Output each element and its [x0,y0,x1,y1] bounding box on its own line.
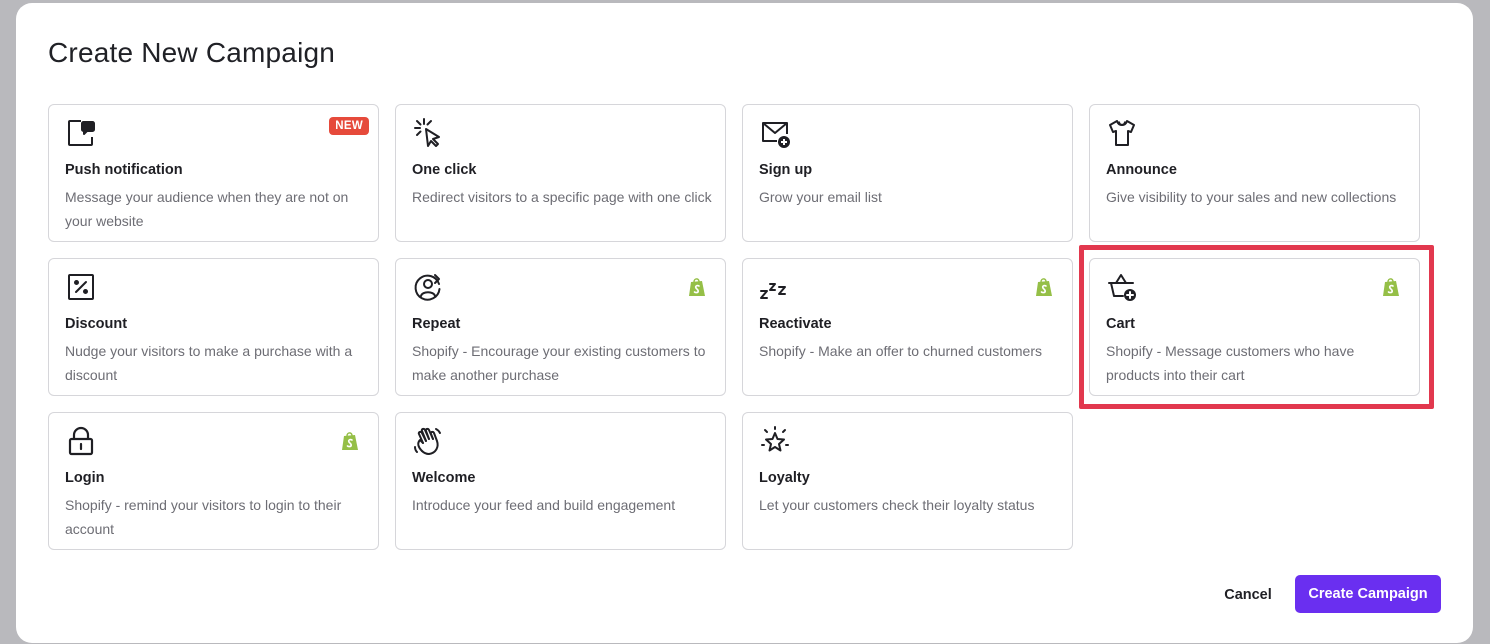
shopify-icon [1382,277,1400,297]
card-description: Shopify - Message customers who have pro… [1106,343,1355,383]
create-campaign-button[interactable]: Create Campaign [1295,575,1441,613]
card-title: One click [412,162,477,178]
card-description: Message your audience when they are not … [65,189,349,229]
card-title: Announce [1106,162,1177,178]
card-title: Loyalty [759,470,810,486]
lock-icon [65,425,97,457]
card-description: Shopify - Make an offer to churned custo… [759,343,1042,359]
shopify-icon [688,277,706,297]
card-title: Sign up [759,162,813,178]
card-title: Discount [65,316,128,332]
card-description: Nudge your visitors to make a purchase w… [65,343,353,383]
card-title: Login [65,470,105,486]
campaign-card-one-click[interactable]: One click Redirect visitors to a specifi… [395,104,726,242]
card-description: Introduce your feed and build engagement [412,497,676,513]
email-add-icon [759,117,791,149]
card-description: Grow your email list [759,189,882,205]
campaign-card-loyalty[interactable]: Loyalty Let your customers check their l… [742,412,1073,550]
campaign-card-announce[interactable]: Announce Give visibility to your sales a… [1089,104,1420,242]
card-title: Reactivate [759,316,832,332]
modal-title: Create New Campaign [48,37,336,68]
campaign-card-welcome[interactable]: Welcome Introduce your feed and build en… [395,412,726,550]
new-badge: NEW [329,117,369,135]
card-description: Shopify - Encourage your existing custom… [412,343,706,383]
card-title: Cart [1106,316,1136,332]
card-title: Repeat [412,316,461,332]
waving-hand-icon [412,425,444,457]
campaign-card-login[interactable]: Login Shopify - remind your visitors to … [48,412,379,550]
cancel-button[interactable]: Cancel [1209,577,1287,613]
card-description: Shopify - remind your visitors to login … [65,497,342,537]
card-title: Welcome [412,470,476,486]
sleep-zzz-icon [759,271,791,303]
cart-add-icon [1106,271,1138,303]
cursor-click-icon [412,117,444,149]
campaign-card-repeat[interactable]: Repeat Shopify - Encourage your existing… [395,258,726,396]
shopify-icon [1035,277,1053,297]
card-description: Let your customers check their loyalty s… [759,497,1035,513]
repeat-user-icon [412,271,444,303]
campaign-card-push-notification[interactable]: NEW Push notification Message your audie… [48,104,379,242]
push-notification-icon [65,117,97,149]
card-description: Give visibility to your sales and new co… [1106,189,1397,205]
percent-icon [65,271,97,303]
campaign-card-cart[interactable]: Cart Shopify - Message customers who hav… [1089,258,1420,396]
shopify-icon [341,431,359,451]
card-description: Redirect visitors to a specific page wit… [412,189,712,205]
campaign-card-sign-up[interactable]: Sign up Grow your email list [742,104,1073,242]
tshirt-icon [1106,117,1138,149]
card-title: Push notification [65,162,183,178]
sparkle-star-icon [759,425,791,457]
create-campaign-modal: Create New Campaign NEW Push notificatio… [16,3,1473,643]
campaign-card-discount[interactable]: Discount Nudge your visitors to make a p… [48,258,379,396]
campaign-card-reactivate[interactable]: Reactivate Shopify - Make an offer to ch… [742,258,1073,396]
